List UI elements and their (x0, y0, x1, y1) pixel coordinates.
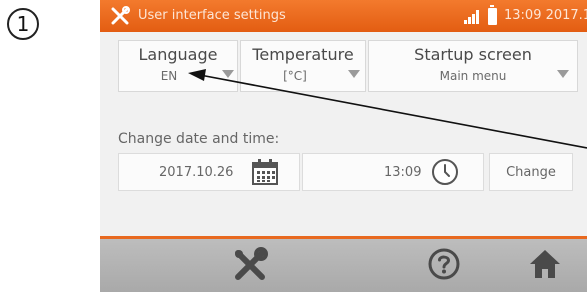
date-field[interactable]: 2017.10.26 (118, 153, 300, 191)
startup-screen-label: Startup screen (414, 45, 532, 64)
chevron-down-icon (222, 70, 234, 78)
battery-icon (488, 5, 497, 25)
bottom-toolbar (100, 239, 587, 292)
change-button[interactable]: Change (489, 153, 573, 191)
startup-screen-select[interactable]: Startup screen Main menu (368, 40, 578, 92)
time-field[interactable]: 13:09 (302, 153, 484, 191)
tools-icon (111, 6, 130, 25)
device-screen: User interface settings 13:09 2017.10.26… (100, 0, 587, 292)
chevron-down-icon (348, 70, 360, 78)
temperature-label: Temperature (252, 45, 354, 64)
date-value: 2017.10.26 (159, 165, 234, 180)
step-number: 1 (16, 12, 30, 36)
startup-screen-value: Main menu (439, 69, 507, 83)
temperature-value: [°C] (283, 69, 307, 83)
language-value: EN (160, 69, 178, 83)
calendar-icon[interactable] (251, 158, 279, 186)
chevron-down-icon (557, 70, 569, 78)
temperature-select[interactable]: Temperature [°C] (240, 40, 366, 92)
date-time-section-label: Change date and time: (118, 131, 280, 147)
clock-icon[interactable] (431, 158, 459, 186)
signal-icon (464, 10, 479, 24)
help-icon[interactable] (428, 248, 460, 280)
language-select[interactable]: Language EN (118, 40, 238, 92)
tools-icon[interactable] (232, 247, 268, 283)
language-label: Language (138, 45, 218, 64)
home-icon[interactable] (528, 247, 562, 281)
step-number-badge: 1 (7, 8, 39, 40)
status-bar: User interface settings 13:09 2017.10.26 (100, 0, 587, 32)
screen-title: User interface settings (138, 8, 286, 23)
time-value: 13:09 (384, 165, 422, 180)
status-time-date: 13:09 2017.10.26 (504, 8, 587, 23)
